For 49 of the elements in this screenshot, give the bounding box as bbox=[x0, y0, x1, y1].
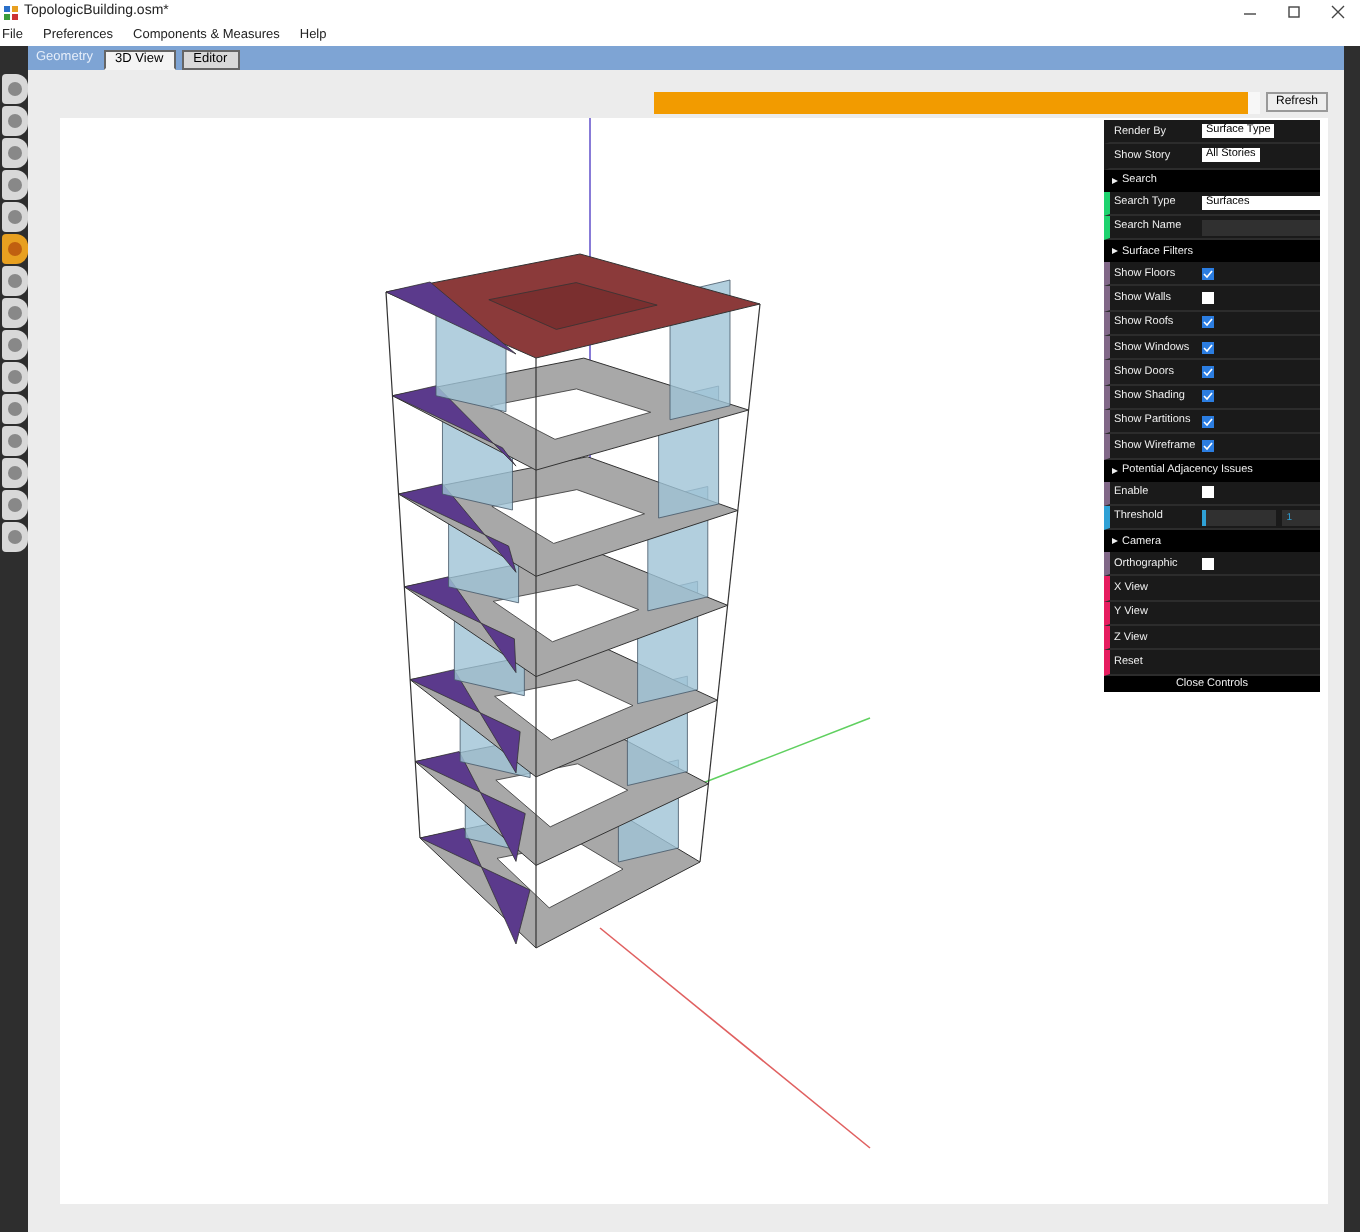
circle-icon bbox=[5, 272, 23, 290]
circle-icon bbox=[5, 208, 23, 226]
3d-viewport[interactable] bbox=[60, 118, 1328, 1204]
tool-button[interactable] bbox=[1, 74, 27, 104]
tool-button[interactable] bbox=[1, 490, 27, 520]
app-icon bbox=[4, 5, 18, 19]
tool-button[interactable] bbox=[1, 394, 27, 424]
checkbox[interactable] bbox=[1202, 341, 1214, 354]
circle-icon bbox=[5, 176, 23, 194]
circle-icon bbox=[5, 368, 23, 386]
tool-button[interactable] bbox=[1, 330, 27, 360]
tool-button[interactable] bbox=[1, 202, 27, 232]
tool-button[interactable] bbox=[1, 138, 27, 168]
building-drawing[interactable] bbox=[385, 253, 761, 949]
caret-icon bbox=[1112, 248, 1118, 255]
circle-icon bbox=[5, 80, 23, 98]
checkbox[interactable] bbox=[1202, 486, 1214, 499]
circle-icon bbox=[5, 432, 23, 450]
tool-button[interactable] bbox=[1, 298, 27, 328]
caret-icon bbox=[1112, 467, 1118, 474]
circle-icon bbox=[5, 400, 23, 418]
circle-icon bbox=[5, 464, 23, 482]
checkbox[interactable] bbox=[1202, 439, 1214, 452]
slider[interactable] bbox=[1202, 509, 1277, 525]
tool-button[interactable] bbox=[1, 170, 27, 200]
tool-button[interactable] bbox=[1, 458, 27, 488]
caret-icon bbox=[1112, 177, 1118, 184]
tool-button[interactable] bbox=[1, 426, 27, 456]
circle-icon bbox=[5, 496, 23, 514]
circle-icon bbox=[5, 112, 23, 130]
tool-button[interactable] bbox=[1, 522, 27, 552]
text-field[interactable] bbox=[1202, 219, 1320, 236]
circle-icon bbox=[5, 144, 23, 162]
tool-button[interactable] bbox=[1, 234, 27, 264]
tool-button[interactable] bbox=[1, 106, 27, 136]
checkbox[interactable] bbox=[1202, 292, 1214, 305]
checkbox[interactable] bbox=[1202, 366, 1214, 379]
checkbox[interactable] bbox=[1202, 267, 1214, 280]
checkbox[interactable] bbox=[1202, 557, 1214, 570]
circle-icon bbox=[5, 528, 23, 546]
tool-button[interactable] bbox=[1, 266, 27, 296]
circle-icon bbox=[5, 240, 23, 258]
circle-icon bbox=[5, 304, 23, 322]
checkbox[interactable] bbox=[1202, 415, 1214, 428]
tool-button[interactable] bbox=[1, 362, 27, 392]
checkbox[interactable] bbox=[1202, 316, 1214, 329]
caret-icon bbox=[1112, 538, 1118, 545]
checkbox[interactable] bbox=[1202, 390, 1214, 403]
circle-icon bbox=[5, 336, 23, 354]
